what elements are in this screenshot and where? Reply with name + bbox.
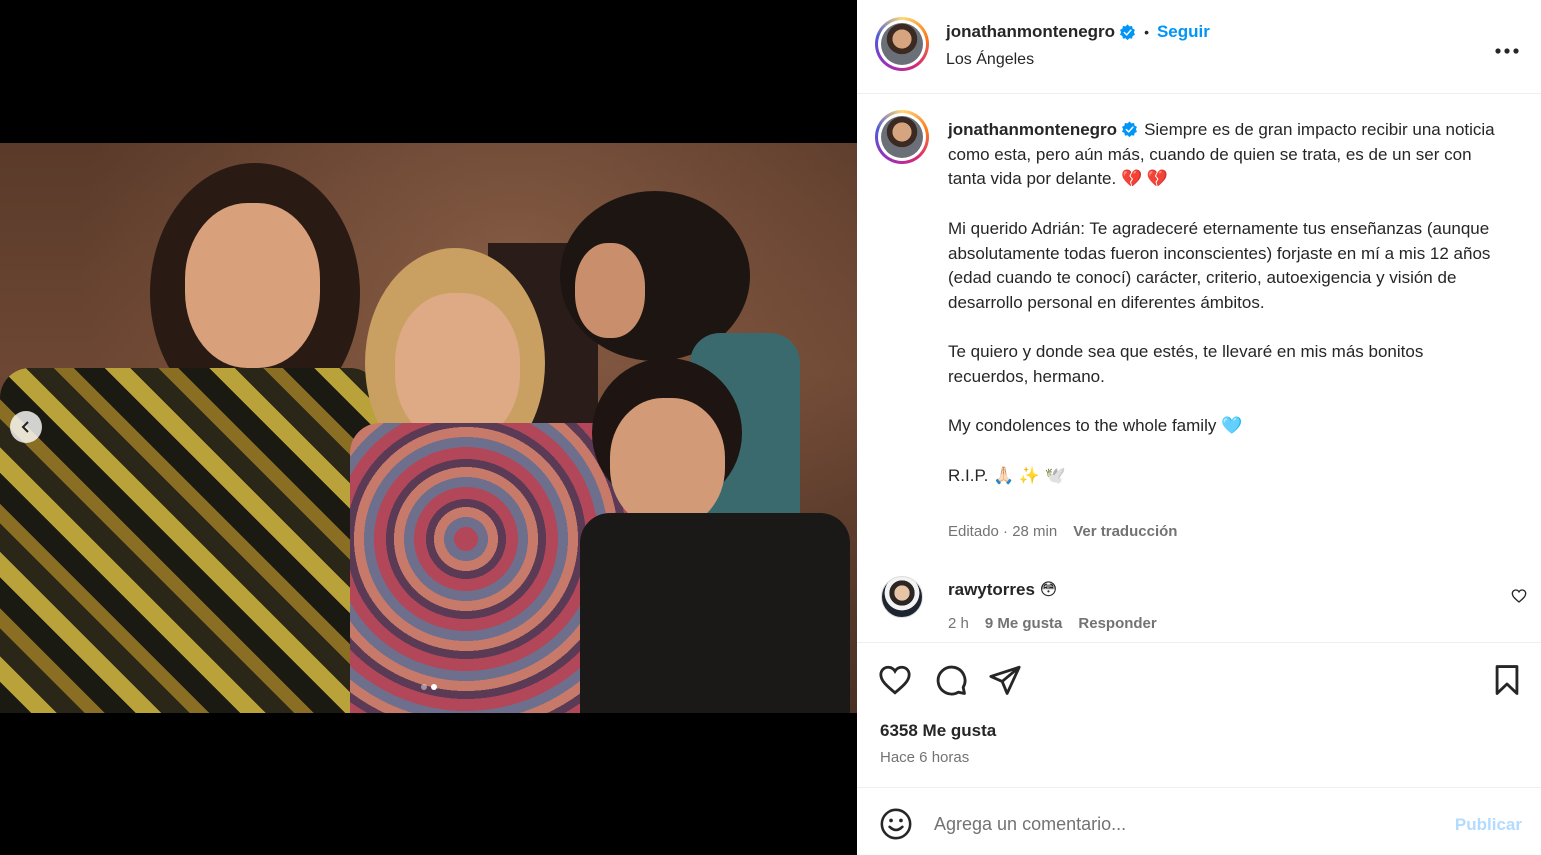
header-separator: • [1144,24,1149,40]
author-username[interactable]: jonathanmontenegro [946,22,1115,42]
commenter-avatar[interactable] [881,576,923,618]
comment-input[interactable] [934,808,1434,840]
post-media [0,0,857,855]
comment-meta: 2 h 9 Me gusta Responder [948,615,1157,632]
caption-paragraph: jonathanmontenegro Siempre es de gran imp… [948,118,1508,192]
comments-area[interactable]: jonathanmontenegro Siempre es de gran imp… [857,94,1541,642]
more-horizontal-icon [1495,48,1519,54]
save-bookmark-icon[interactable] [1490,663,1524,697]
follow-button[interactable]: Seguir [1157,22,1210,42]
comment-time[interactable]: 2 h [948,615,969,632]
caption-author-avatar[interactable] [875,110,929,164]
photo-person-left-face [185,203,320,368]
add-comment-bar: Publicar [857,787,1541,855]
chevron-left-icon [21,421,29,433]
photo-person-left-shirt [0,368,380,713]
likes-count[interactable]: 6358 Me gusta [880,721,996,741]
comment-reply-button[interactable]: Responder [1078,615,1156,632]
caption-meta: Editado · 28 min Ver traducción [948,523,1177,540]
slide-indicator [0,684,857,690]
verified-badge-icon [1122,121,1138,138]
comment-bubble-icon[interactable] [934,663,968,697]
previous-slide-button[interactable] [10,411,42,443]
like-heart-icon[interactable] [878,663,912,697]
caption-text: jonathanmontenegro Siempre es de gran imp… [948,118,1508,488]
commenter-username[interactable]: rawytorres [948,580,1035,599]
caption-paragraph-2: Mi querido Adrián: Te agradeceré eternam… [948,218,1491,312]
caption-paragraph-3: Te quiero y donde sea que estés, te llev… [948,342,1424,386]
comment-likes[interactable]: 9 Me gusta [985,615,1063,632]
comment-body: 😳 [1039,580,1058,600]
post-header: jonathanmontenegro • Seguir Los Ángeles [857,0,1541,94]
see-translation-button[interactable]: Ver traducción [1073,523,1177,540]
post-location[interactable]: Los Ángeles [946,51,1034,69]
verified-badge-icon [1120,23,1136,40]
post-actions: 6358 Me gusta Hace 6 horas [857,642,1541,787]
comment-text: rawytorres 😳 [948,580,1057,600]
photo-person-middle-face [395,293,520,443]
photo-person-right-shirt [580,513,850,713]
caption-paragraph-4: My condolences to the whole family 🩵 [948,416,1243,436]
post-photo[interactable] [0,143,857,713]
caption-username[interactable]: jonathanmontenegro [948,120,1117,139]
post-side-panel: jonathanmontenegro • Seguir Los Ángeles … [857,0,1541,855]
slide-dot [420,684,427,690]
author-row: jonathanmontenegro • Seguir [946,22,1210,42]
post-timestamp[interactable]: Hace 6 horas [880,749,969,766]
more-options-button[interactable] [1495,34,1519,60]
share-send-icon[interactable] [988,663,1022,697]
slide-dot-active [430,684,437,690]
instagram-post: jonathanmontenegro • Seguir Los Ángeles … [0,0,1541,855]
author-avatar[interactable] [875,17,929,71]
photo-person-back-face [575,243,645,338]
publish-button[interactable]: Publicar [1455,815,1522,835]
edited-timestamp: Editado · 28 min [948,523,1058,540]
photo-person-right-face [610,398,725,528]
comment-like-heart-icon[interactable] [1511,588,1527,604]
caption-paragraph-5: R.I.P. 🙏🏻 ✨ 🕊️ [948,465,1066,485]
comment-item: rawytorres 😳 2 h 9 Me gusta Responder [857,574,1541,642]
emoji-smiley-icon[interactable] [879,807,913,841]
